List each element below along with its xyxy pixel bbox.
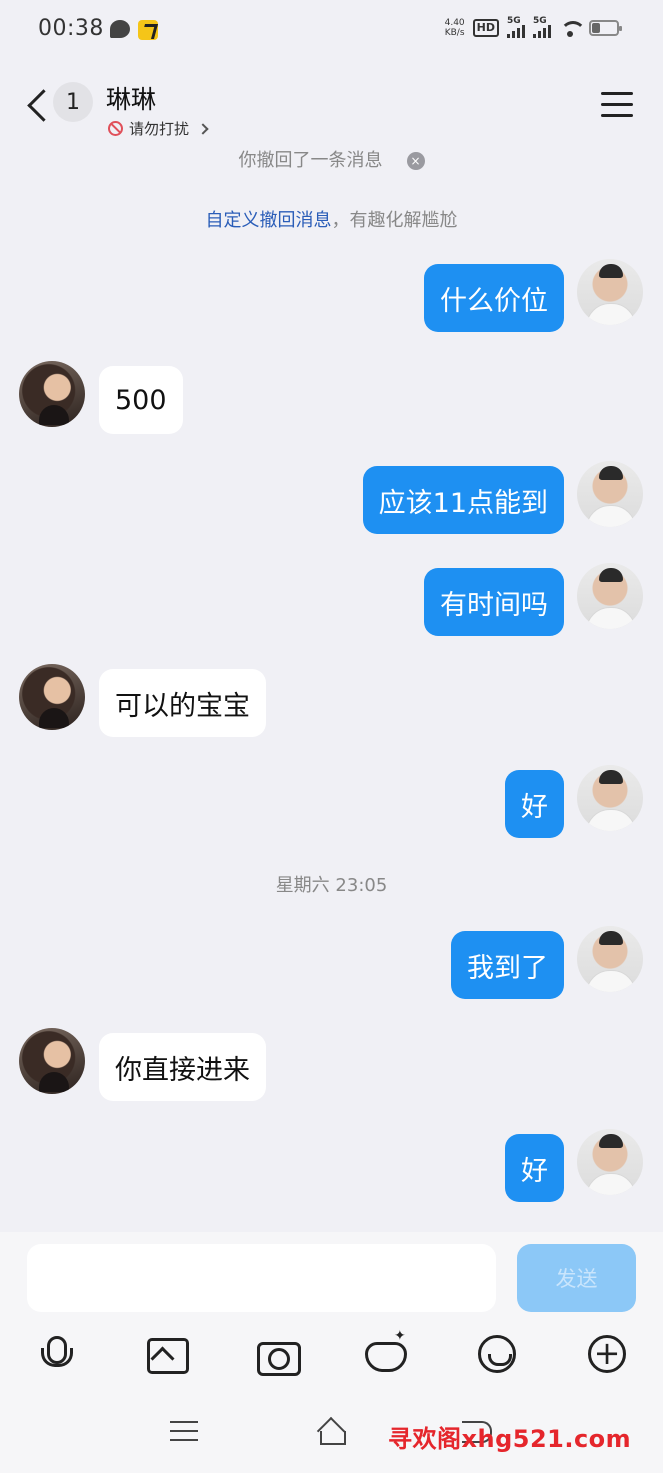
recall-tip: 自定义撤回消息，有趣化解尴尬 [205,210,458,231]
outgoing-message-bubble[interactable]: 什么价位 [424,264,564,332]
my-avatar[interactable] [577,461,643,527]
camera-icon[interactable] [256,1334,301,1376]
outgoing-message-bubble[interactable]: 好 [505,1134,564,1202]
chevron-right-icon [197,122,209,135]
chat-header: 1 琳琳 请勿打扰 [0,62,663,148]
my-avatar[interactable] [577,259,643,325]
contact-avatar[interactable] [19,361,85,427]
unread-count-badge[interactable]: 1 [53,82,93,122]
outgoing-message-bubble[interactable]: 有时间吗 [424,568,564,636]
incoming-message-bubble[interactable]: 可以的宝宝 [99,669,266,737]
recall-notice: 你撤回了一条消息 × [0,146,663,172]
home-icon[interactable] [316,1419,346,1445]
my-avatar[interactable] [577,765,643,831]
mask-icon[interactable] [364,1328,407,1374]
net-speed: 4.40 KB/s [444,18,465,38]
message-timestamp: 星期六 23:05 [275,875,388,896]
incoming-message-bubble[interactable]: 你直接进来 [99,1033,266,1101]
dnd-status[interactable]: 请勿打扰 [108,118,209,139]
recent-apps-icon[interactable] [170,1421,198,1443]
my-avatar[interactable] [577,563,643,629]
outgoing-message-bubble[interactable]: 好 [505,770,564,838]
emoji-icon[interactable] [477,1334,517,1374]
status-time: 00:38 [38,16,104,41]
contact-avatar[interactable] [19,664,85,730]
battery-icon [589,20,622,36]
back-arrow-icon[interactable] [24,88,48,124]
hd-voice-icon: HD [472,19,499,37]
composer-toolbar [0,1322,663,1382]
incoming-message-bubble[interactable]: 500 [99,366,183,434]
wifi-icon [559,19,586,37]
do-not-disturb-icon [108,121,123,136]
image-icon[interactable] [145,1334,189,1374]
custom-recall-link[interactable]: 自定义撤回消息 [206,210,332,231]
contact-name[interactable]: 琳琳 [106,80,156,116]
my-avatar[interactable] [577,1129,643,1195]
message-input[interactable] [27,1244,496,1312]
outgoing-message-bubble[interactable]: 应该11点能到 [362,466,564,534]
signal-icon: 5G [507,16,525,38]
system-nav-bar: 寻欢阁xhg521.com [0,1395,663,1473]
my-avatar[interactable] [577,926,643,992]
app-notification-icon [138,20,158,40]
watermark: 寻欢阁xhg521.com [388,1425,632,1453]
menu-icon[interactable] [601,92,633,118]
signal-icon: 5G [533,16,551,38]
send-button[interactable]: 发送 [517,1244,636,1312]
plus-icon[interactable] [587,1334,627,1374]
status-bar: 00:38 4.40 KB/s HD 5G 5G [0,0,663,62]
message-notification-icon [110,20,130,38]
microphone-icon[interactable] [35,1334,75,1374]
contact-avatar[interactable] [19,1028,85,1094]
close-icon[interactable]: × [406,152,425,170]
outgoing-message-bubble[interactable]: 我到了 [451,931,564,999]
dnd-status-label: 请勿打扰 [129,120,190,138]
